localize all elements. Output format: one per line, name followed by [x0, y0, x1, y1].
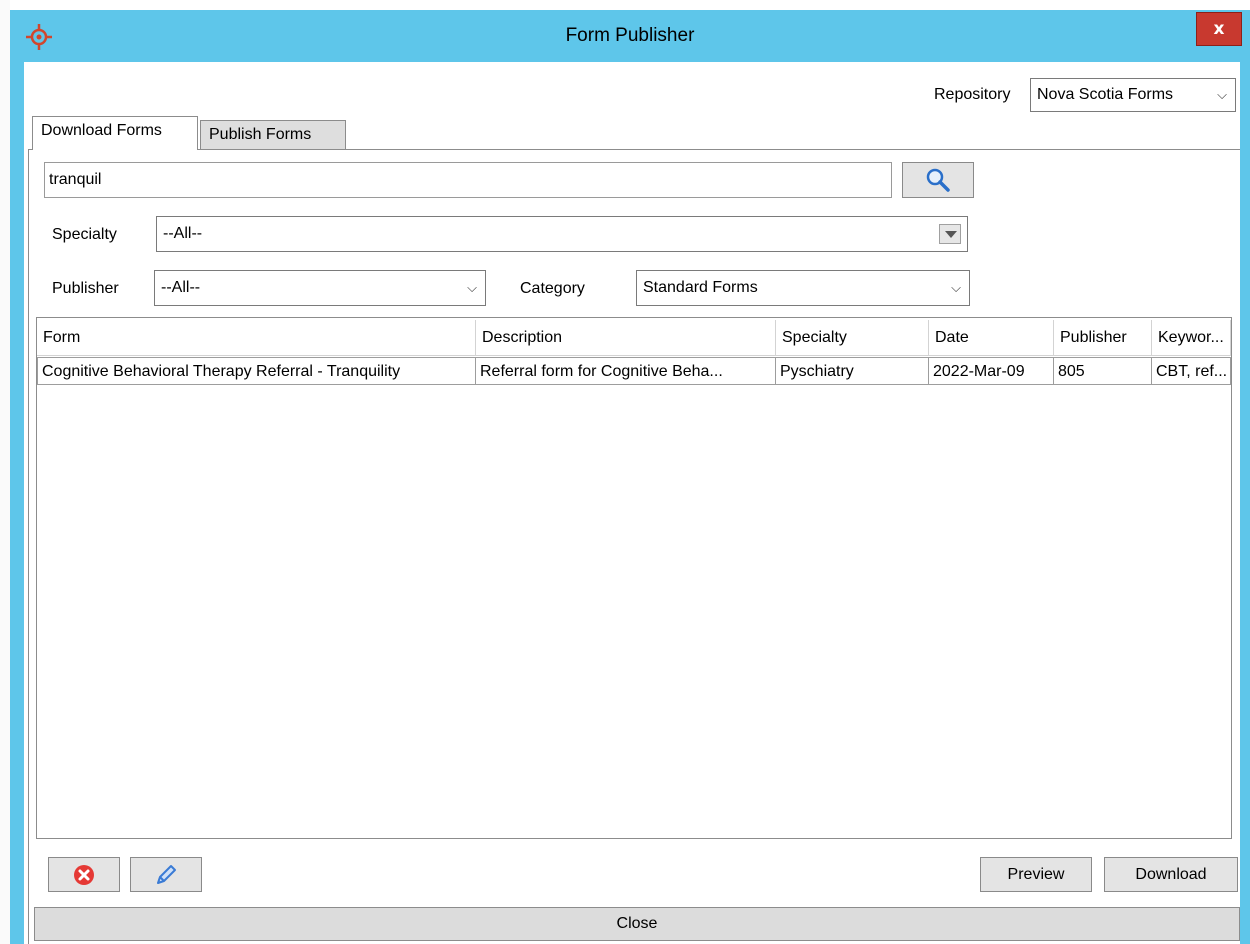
forms-table: Form Description Specialty Date Publishe… [36, 317, 1232, 839]
background-edge [0, 0, 10, 944]
window-title: Form Publisher [565, 25, 695, 46]
table-cell-publisher[interactable]: 805 [1054, 357, 1152, 385]
search-button[interactable] [902, 162, 974, 198]
chevron-down-icon: ⌵ [467, 280, 477, 295]
chevron-down-icon: ⌵ [951, 280, 961, 295]
publisher-value: --All-- [161, 279, 201, 296]
edit-button[interactable] [130, 857, 202, 892]
form-publisher-window: Form Publisher x Repository Nova Scotia … [10, 10, 1250, 944]
download-button[interactable]: Download [1104, 857, 1238, 892]
preview-button[interactable]: Preview [980, 857, 1092, 892]
column-header-specialty[interactable]: Specialty [776, 320, 929, 356]
title-bar[interactable]: Form Publisher x [10, 10, 1250, 62]
table-cell-description[interactable]: Referral form for Cognitive Beha... [476, 357, 776, 385]
window-close-button[interactable]: x [1196, 12, 1242, 46]
tab-label: Publish Forms [209, 126, 312, 143]
column-header-publisher[interactable]: Publisher [1054, 320, 1152, 356]
column-header-date[interactable]: Date [929, 320, 1054, 356]
repository-label: Repository [934, 86, 1011, 103]
delete-button[interactable] [48, 857, 120, 892]
category-label: Category [520, 280, 585, 297]
table-cell-date[interactable]: 2022-Mar-09 [929, 357, 1054, 385]
category-select[interactable]: Standard Forms ⌵ [636, 270, 970, 306]
close-button[interactable]: Close [34, 907, 1240, 941]
table-cell-specialty[interactable]: Pyschiatry [776, 357, 929, 385]
search-input-value: tranquil [49, 171, 102, 188]
column-header-form[interactable]: Form [37, 320, 476, 356]
publisher-label: Publisher [52, 280, 119, 297]
repository-select[interactable]: Nova Scotia Forms ⌵ [1030, 78, 1236, 112]
search-input[interactable]: tranquil [44, 162, 892, 198]
column-header-keywords[interactable]: Keywor... [1152, 320, 1231, 356]
column-header-description[interactable]: Description [476, 320, 776, 356]
dialog-body: Repository Nova Scotia Forms ⌵ Download … [24, 62, 1240, 944]
chevron-down-icon: ⌵ [1217, 87, 1227, 102]
tab-download-forms[interactable]: Download Forms [32, 116, 198, 150]
table-cell-keywords[interactable]: CBT, ref... [1152, 357, 1231, 385]
specialty-value: --All-- [163, 225, 203, 242]
tab-publish-forms[interactable]: Publish Forms [200, 120, 346, 150]
specialty-select[interactable]: --All-- [156, 216, 968, 252]
repository-value: Nova Scotia Forms [1037, 86, 1174, 103]
dropdown-arrow-icon[interactable] [939, 224, 961, 244]
table-cell-form[interactable]: Cognitive Behavioral Therapy Referral - … [37, 357, 476, 385]
magnifier-icon [926, 168, 950, 192]
delete-icon [74, 864, 94, 885]
specialty-label: Specialty [52, 226, 117, 243]
pencil-icon [157, 864, 176, 884]
publisher-select[interactable]: --All-- ⌵ [154, 270, 486, 306]
tab-label: Download Forms [41, 122, 162, 139]
category-value: Standard Forms [643, 279, 758, 296]
